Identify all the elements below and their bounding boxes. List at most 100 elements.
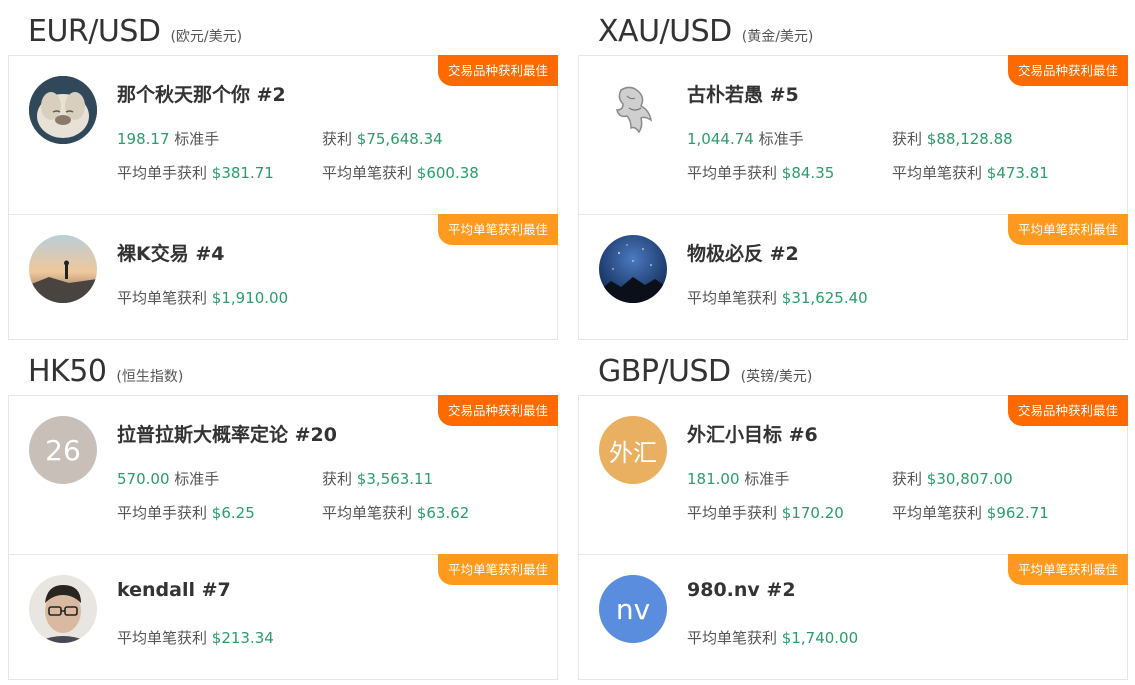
avg-trade-label: 平均单笔获利 bbox=[687, 289, 778, 307]
avg-lot-label: 平均单手获利 bbox=[687, 504, 778, 522]
instrument-name: EUR/USD bbox=[28, 14, 161, 49]
avatar-initials: 外汇 bbox=[609, 438, 657, 467]
lots-stat: 570.00 标准手 bbox=[117, 468, 219, 489]
trader-name[interactable]: 外汇小目标 #6 bbox=[687, 420, 818, 447]
lots-stat: 1,044.74 标准手 bbox=[687, 128, 804, 149]
trader-name[interactable]: 裸K交易 #4 bbox=[117, 239, 224, 266]
avg-trade-label: 平均单笔获利 bbox=[687, 629, 778, 647]
avatar[interactable]: 26 bbox=[29, 416, 97, 484]
trader-name[interactable]: 古朴若愚 #5 bbox=[687, 80, 799, 107]
horse-sketch-icon bbox=[599, 76, 667, 144]
dog-photo-icon bbox=[29, 76, 97, 144]
section-title: XAU/USD (黄金/美元) bbox=[598, 14, 813, 54]
avatar-initials: nv bbox=[615, 592, 651, 626]
lots-unit: 标准手 bbox=[758, 130, 804, 148]
lots-unit: 标准手 bbox=[174, 130, 220, 148]
avatar[interactable] bbox=[29, 76, 97, 144]
section-title: GBP/USD (英镑/美元) bbox=[598, 354, 812, 394]
avg-trade-label: 平均单笔获利 bbox=[117, 289, 208, 307]
lots-stat: 198.17 标准手 bbox=[117, 128, 219, 149]
profit-stat: 获利 $88,128.88 bbox=[892, 128, 1013, 149]
avatar[interactable] bbox=[599, 235, 667, 303]
avg-lot-label: 平均单手获利 bbox=[687, 164, 778, 182]
avg-trade-label: 平均单笔获利 bbox=[892, 164, 983, 182]
trader-card-best-profit[interactable]: 交易品种获利最佳 那个秋天那个你 #2 198.17 标准手 获利 $75,64… bbox=[8, 55, 558, 215]
instrument-name: XAU/USD bbox=[598, 14, 732, 49]
avg-lot-label: 平均单手获利 bbox=[117, 504, 208, 522]
profit-stat: 获利 $3,563.11 bbox=[322, 468, 433, 489]
instrument-subtitle: (恒生指数) bbox=[116, 369, 184, 385]
award-badge: 交易品种获利最佳 bbox=[437, 395, 558, 426]
avatar[interactable] bbox=[599, 76, 667, 144]
avg-trade-stat: 平均单笔获利 $473.81 bbox=[892, 162, 1049, 183]
award-badge: 交易品种获利最佳 bbox=[437, 55, 558, 86]
trader-name[interactable]: kendall #7 bbox=[117, 579, 231, 601]
trader-card-best-profit[interactable]: 交易品种获利最佳 古朴若愚 #5 1,044.74 标准手 获利 $88,128… bbox=[578, 55, 1128, 215]
award-badge: 平均单笔获利最佳 bbox=[437, 554, 558, 585]
trader-card-best-profit[interactable]: 交易品种获利最佳 外汇 外汇小目标 #6 181.00 标准手 获利 $30,8… bbox=[578, 395, 1128, 555]
profit-label: 获利 bbox=[322, 470, 353, 488]
avg-trade-stat: 平均单笔获利 $962.71 bbox=[892, 502, 1049, 523]
profit-stat: 获利 $30,807.00 bbox=[892, 468, 1013, 489]
avg-trade-stat: 平均单笔获利 $63.62 bbox=[322, 502, 469, 523]
avatar[interactable] bbox=[29, 235, 97, 303]
avg-lot-value: $84.35 bbox=[781, 164, 835, 182]
instrument-subtitle: (黄金/美元) bbox=[741, 29, 814, 45]
night-sky-photo-icon bbox=[599, 235, 667, 303]
avg-trade-stat: 平均单笔获利 $213.34 bbox=[117, 627, 274, 648]
profit-label: 获利 bbox=[892, 130, 923, 148]
avg-trade-value: $473.81 bbox=[986, 164, 1049, 182]
avatar[interactable] bbox=[29, 575, 97, 643]
avg-trade-value: $962.71 bbox=[986, 504, 1049, 522]
avg-lot-label: 平均单手获利 bbox=[117, 164, 208, 182]
instrument-name: GBP/USD bbox=[598, 354, 731, 389]
trader-name[interactable]: 980.nv #2 bbox=[687, 579, 796, 601]
award-badge: 平均单笔获利最佳 bbox=[437, 214, 558, 245]
profit-value: $3,563.11 bbox=[356, 470, 434, 488]
avg-lot-value: $381.71 bbox=[211, 164, 274, 182]
profit-stat: 获利 $75,648.34 bbox=[322, 128, 443, 149]
lots-stat: 181.00 标准手 bbox=[687, 468, 789, 489]
lots-unit: 标准手 bbox=[174, 470, 220, 488]
trader-name[interactable]: 拉普拉斯大概率定论 #20 bbox=[117, 420, 337, 447]
lots-value: 570.00 bbox=[117, 470, 170, 488]
avg-lot-value: $6.25 bbox=[211, 504, 255, 522]
avg-trade-stat: 平均单笔获利 $31,625.40 bbox=[687, 287, 868, 308]
avg-trade-value: $1,740.00 bbox=[781, 629, 859, 647]
instrument-name: HK50 bbox=[28, 354, 107, 389]
trader-card-best-avg-trade[interactable]: 平均单笔获利最佳 裸K交易 #4 平均单笔获利 $1,910.00 bbox=[8, 214, 558, 340]
avg-trade-label: 平均单笔获利 bbox=[117, 629, 208, 647]
trader-card-best-avg-trade[interactable]: 平均单笔获利最佳 kendall #7 平均单笔获利 $213.34 bbox=[8, 554, 558, 680]
avg-trade-value: $63.62 bbox=[416, 504, 470, 522]
avatar[interactable]: nv bbox=[599, 575, 667, 643]
avg-lot-stat: 平均单手获利 $170.20 bbox=[687, 502, 844, 523]
avatar[interactable]: 外汇 bbox=[599, 416, 667, 484]
profit-label: 获利 bbox=[892, 470, 923, 488]
avg-trade-stat: 平均单笔获利 $1,910.00 bbox=[117, 287, 288, 308]
trader-card-best-profit[interactable]: 交易品种获利最佳 26 拉普拉斯大概率定论 #20 570.00 标准手 获利 … bbox=[8, 395, 558, 555]
section-title: HK50 (恒生指数) bbox=[28, 354, 183, 394]
trader-name[interactable]: 那个秋天那个你 #2 bbox=[117, 80, 286, 107]
award-badge: 平均单笔获利最佳 bbox=[1007, 554, 1128, 585]
avg-lot-value: $170.20 bbox=[781, 504, 844, 522]
lots-value: 181.00 bbox=[687, 470, 740, 488]
profit-value: $88,128.88 bbox=[926, 130, 1013, 148]
avg-trade-value: $213.34 bbox=[211, 629, 274, 647]
avatar-initials: 26 bbox=[45, 433, 81, 467]
trader-card-best-avg-trade[interactable]: 平均单笔获利最佳 nv 980.nv #2 平均单笔获利 $1,740.00 bbox=[578, 554, 1128, 680]
avg-trade-value: $31,625.40 bbox=[781, 289, 868, 307]
instrument-subtitle: (英镑/美元) bbox=[740, 369, 813, 385]
trader-name[interactable]: 物极必反 #2 bbox=[687, 239, 799, 266]
trader-card-best-avg-trade[interactable]: 平均单笔获利最佳 物极必反 #2 平均单笔获利 $31,625.40 bbox=[578, 214, 1128, 340]
profit-label: 获利 bbox=[322, 130, 353, 148]
avg-lot-stat: 平均单手获利 $6.25 bbox=[117, 502, 255, 523]
avg-trade-stat: 平均单笔获利 $1,740.00 bbox=[687, 627, 858, 648]
award-badge: 交易品种获利最佳 bbox=[1007, 55, 1128, 86]
avg-trade-label: 平均单笔获利 bbox=[892, 504, 983, 522]
avg-trade-value: $600.38 bbox=[416, 164, 479, 182]
lots-value: 198.17 bbox=[117, 130, 170, 148]
avg-lot-stat: 平均单手获利 $381.71 bbox=[117, 162, 274, 183]
sunset-photo-icon bbox=[29, 235, 97, 303]
person-photo-icon bbox=[29, 575, 97, 643]
lots-value: 1,044.74 bbox=[687, 130, 754, 148]
